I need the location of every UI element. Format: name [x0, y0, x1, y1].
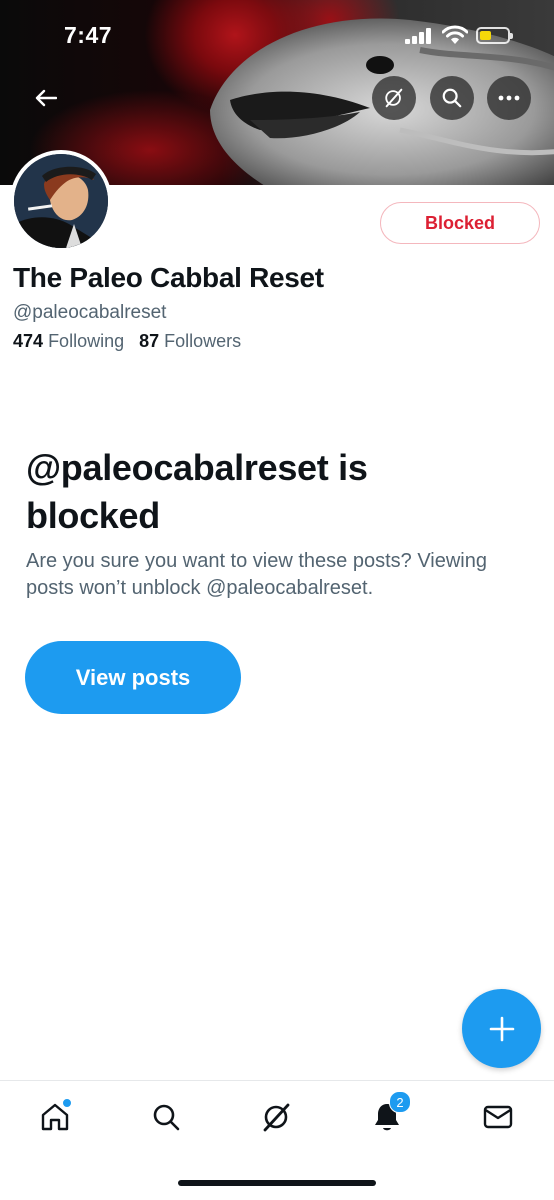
followers-label: Followers [164, 331, 242, 351]
grok-button[interactable] [372, 76, 416, 120]
nav-messages[interactable] [478, 1097, 518, 1137]
grok-icon [263, 1103, 290, 1132]
nav-search[interactable] [146, 1097, 186, 1137]
blocked-description: Are you sure you want to view these post… [26, 550, 487, 599]
home-notification-dot [62, 1098, 72, 1108]
blocked-button[interactable]: Blocked [380, 202, 540, 244]
search-icon [442, 88, 462, 108]
status-time: 7:47 [64, 22, 113, 48]
profile-handle: @paleocabalreset [13, 302, 167, 323]
more-button[interactable] [487, 76, 531, 120]
followers-count: 87 [139, 331, 160, 351]
avatar[interactable] [10, 150, 112, 252]
search-button[interactable] [430, 76, 474, 120]
mail-icon [483, 1105, 513, 1129]
view-posts-button[interactable]: View posts [25, 641, 241, 714]
wifi-icon [442, 25, 468, 44]
search-icon [153, 1104, 180, 1131]
grok-icon [385, 88, 403, 108]
more-horizontal-icon [498, 95, 520, 101]
nav-notifications[interactable]: 2 [367, 1091, 411, 1137]
battery-icon [476, 27, 513, 44]
status-bar: 7:47 [0, 0, 554, 70]
compose-button[interactable] [462, 989, 541, 1068]
following-count: 474 [13, 331, 44, 351]
cellular-signal-icon [405, 28, 431, 44]
back-button[interactable] [28, 80, 64, 116]
arrow-left-icon [35, 89, 57, 107]
notification-badge: 2 [389, 1091, 411, 1113]
nav-grok[interactable] [257, 1097, 297, 1137]
blocked-title: @paleocabalreset is blocked [26, 447, 368, 536]
plus-icon [489, 1016, 514, 1041]
home-indicator [178, 1180, 376, 1186]
nav-home[interactable] [35, 1097, 75, 1137]
following-label: Following [48, 331, 125, 351]
following-stat[interactable]: 474 Following [13, 331, 124, 352]
profile-stats: 474 Following 87 Followers [13, 331, 241, 352]
display-name: The Paleo Cabbal Reset [13, 262, 324, 293]
followers-stat[interactable]: 87 Followers [139, 331, 241, 352]
avatar-image [14, 154, 108, 248]
